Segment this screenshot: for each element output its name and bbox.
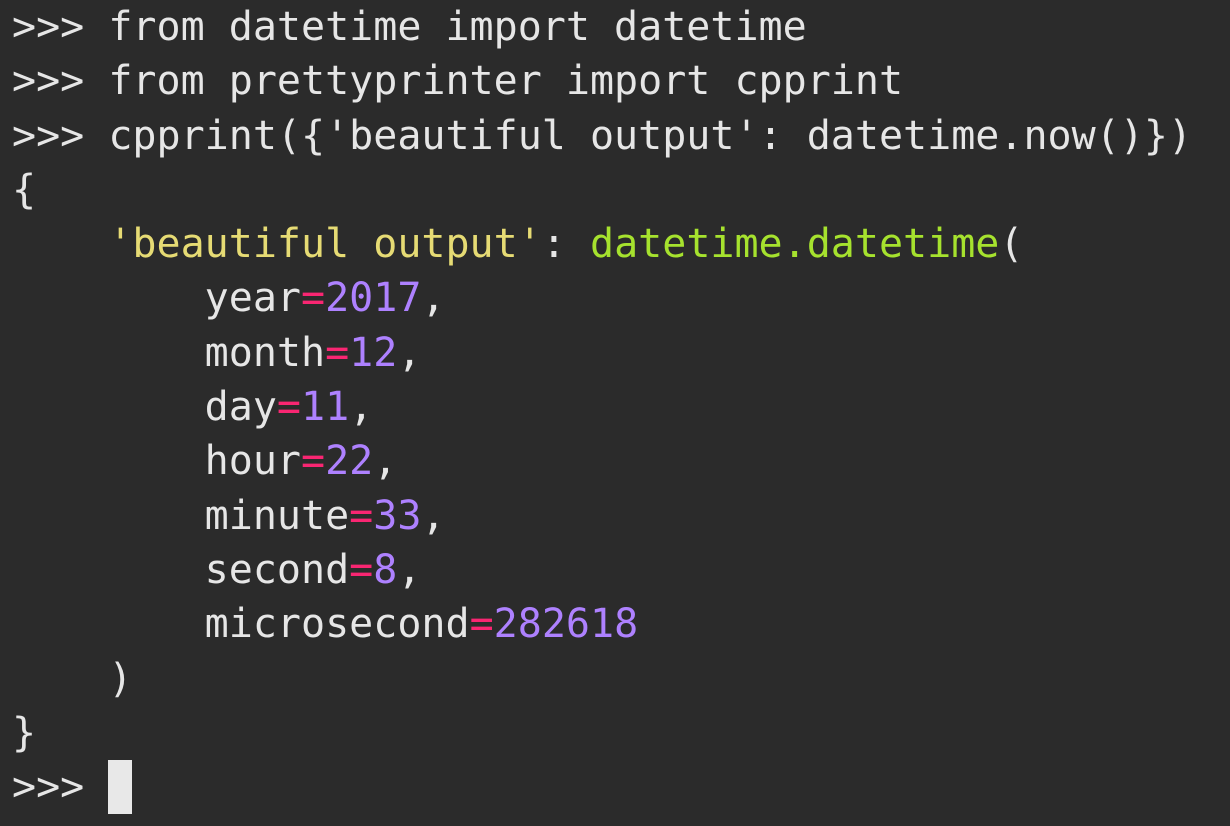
field-name: month xyxy=(204,329,326,376)
field-name: year xyxy=(204,275,301,322)
field-day: day=11, xyxy=(12,380,1222,434)
input-line-import-datetime: >>> from datetime import datetime xyxy=(12,4,807,50)
open-paren: ( xyxy=(999,221,1024,268)
dict-key-string: 'beautiful output' xyxy=(108,221,542,268)
text-cursor[interactable] xyxy=(108,760,133,815)
separator: , xyxy=(397,329,422,376)
input-line-import-cpprint: >>> from prettyprinter import cpprint xyxy=(12,58,904,105)
field-name: second xyxy=(204,546,350,593)
field-name: microsecond xyxy=(204,601,470,648)
field-year: year=2017, xyxy=(12,271,1222,325)
output-open-brace: { xyxy=(12,166,37,213)
field-hour: hour=22, xyxy=(12,434,1222,488)
dict-colon: : xyxy=(541,221,590,268)
field-value: 11 xyxy=(301,384,350,431)
equals-operator: = xyxy=(349,546,374,593)
field-value: 282618 xyxy=(493,601,639,648)
prompt: >>> xyxy=(12,764,109,811)
output-close-paren: ) xyxy=(12,655,133,702)
separator: , xyxy=(349,384,374,431)
field-name: hour xyxy=(204,438,301,485)
field-month: month=12, xyxy=(12,326,1222,380)
equals-operator: = xyxy=(349,492,374,539)
field-minute: minute=33, xyxy=(12,489,1222,543)
separator: , xyxy=(421,492,446,539)
field-value: 33 xyxy=(373,492,422,539)
field-value: 22 xyxy=(325,438,374,485)
equals-operator: = xyxy=(300,275,326,322)
field-value: 8 xyxy=(373,546,398,593)
field-value: 2017 xyxy=(325,275,422,322)
equals-operator: = xyxy=(469,601,494,648)
separator: , xyxy=(373,438,398,485)
field-microsecond: microsecond=282618 xyxy=(12,597,1222,651)
datetime-constructor: datetime.datetime xyxy=(589,221,1000,268)
input-line-cpprint-call: >>> cpprint({'beautiful output': datetim… xyxy=(12,112,1193,159)
separator: , xyxy=(421,275,446,322)
terminal-window[interactable]: >>> from datetime import datetime >>> fr… xyxy=(12,0,1222,826)
field-name: day xyxy=(204,384,277,431)
field-value: 12 xyxy=(349,329,398,376)
active-prompt-line[interactable]: >>> xyxy=(12,760,1222,815)
output-dict-entry: 'beautiful output': datetime.datetime( xyxy=(12,217,1222,271)
equals-operator: = xyxy=(300,438,326,485)
equals-operator: = xyxy=(325,329,350,376)
field-name: minute xyxy=(204,492,350,539)
separator: , xyxy=(397,546,422,593)
field-second: second=8, xyxy=(12,543,1222,597)
equals-operator: = xyxy=(276,384,301,431)
output-close-brace: } xyxy=(12,709,37,756)
